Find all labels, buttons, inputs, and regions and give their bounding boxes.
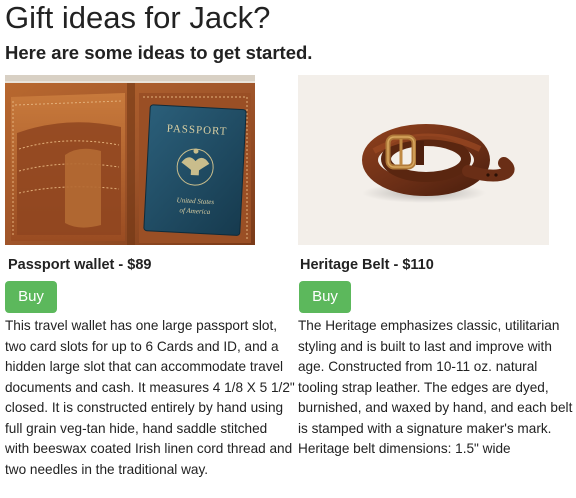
- product-card-passport-wallet: PASSPORT United States of America Passpo…: [5, 75, 295, 477]
- page-subtitle: Here are some ideas to get started.: [5, 42, 313, 63]
- heritage-belt-image: [298, 75, 549, 245]
- product-description: The Heritage emphasizes classic, utilita…: [298, 318, 573, 456]
- buy-button-passport-wallet[interactable]: Buy: [5, 281, 57, 313]
- passport-wallet-image: PASSPORT United States of America: [5, 75, 255, 245]
- product-name: Passport wallet - $89: [8, 257, 152, 273]
- product-name: Heritage Belt - $110: [300, 257, 434, 273]
- page-title: Gift ideas for Jack?: [5, 0, 271, 35]
- buy-button-heritage-belt[interactable]: Buy: [299, 281, 351, 313]
- product-card-heritage-belt: Heritage Belt - $110 Buy The Heritage em…: [298, 75, 574, 456]
- passport-country-line2: of America: [179, 206, 211, 216]
- product-description: This travel wallet has one large passpor…: [5, 318, 295, 477]
